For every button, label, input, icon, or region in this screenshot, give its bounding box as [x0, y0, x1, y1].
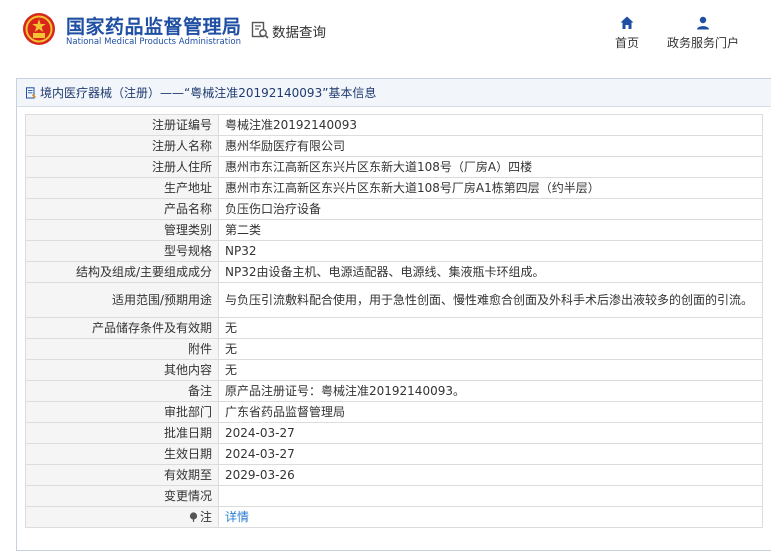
table-row: 产品储存条件及有效期无 — [25, 317, 763, 339]
table-row: 变更情况 — [25, 485, 763, 507]
row-label: 批准日期 — [25, 422, 219, 444]
row-value: 2029-03-26 — [218, 464, 763, 486]
row-label: 变更情况 — [25, 485, 219, 507]
home-icon — [620, 16, 634, 29]
site-subtitle: National Medical Products Administration — [66, 37, 241, 47]
note-pin-icon — [189, 512, 198, 522]
row-value: NP32 — [218, 240, 763, 262]
search-document-icon — [251, 21, 269, 39]
row-value: 2024-03-27 — [218, 422, 763, 444]
row-label: 其他内容 — [25, 359, 219, 381]
row-value: 粤械注准20192140093 — [218, 114, 763, 136]
row-label: 备注 — [25, 380, 219, 402]
row-label: 注册证编号 — [25, 114, 219, 136]
table-row: 其他内容无 — [25, 359, 763, 381]
user-icon — [697, 16, 709, 30]
note-value-cell: 详情 — [218, 506, 763, 528]
table-row: 审批部门 广东省药品监督管理局 — [25, 401, 763, 423]
table-row: 注册证编号 粤械注准20192140093 — [25, 114, 763, 136]
nav-service-portal[interactable]: 政务服务门户 — [665, 16, 741, 51]
table-row: 结构及组成/主要组成成分 NP32由设备主机、电源适配器、电源线、集液瓶卡环组成。 — [25, 261, 763, 283]
row-value: 原产品注册证号：粤械注准20192140093。 — [218, 380, 763, 402]
row-label: 适用范围/预期用途 — [25, 282, 219, 318]
site-title: 国家药品监督管理局 — [66, 16, 242, 38]
table-row: 批准日期 2024-03-27 — [25, 422, 763, 444]
row-label: 产品储存条件及有效期 — [25, 317, 219, 339]
row-label: 注册人住所 — [25, 156, 219, 178]
row-value: 惠州市东江高新区东兴片区东新大道108号厂房A1栋第四层（约半层） — [218, 177, 763, 199]
table-row: 管理类别 第二类 — [25, 219, 763, 241]
row-value: 与负压引流敷料配合使用，用于急性创面、慢性难愈合创面及外科手术后渗出液较多的创面… — [218, 282, 763, 318]
row-value: 惠州市东江高新区东兴片区东新大道108号（厂房A）四楼 — [218, 156, 763, 178]
row-value: 广东省药品监督管理局 — [218, 401, 763, 423]
nav-portal-label: 政务服务门户 — [666, 36, 739, 50]
document-icon — [26, 86, 36, 98]
table-row: 生产地址 惠州市东江高新区东兴片区东新大道108号厂房A1栋第四层（约半层） — [25, 177, 763, 199]
row-label: 审批部门 — [25, 401, 219, 423]
detail-panel: 境内医疗器械（注册）——“粤械注准20192140093”基本信息 注册证编号粤… — [16, 78, 771, 551]
row-label: 结构及组成/主要组成成分 — [25, 261, 219, 283]
row-value: 无 — [218, 317, 763, 339]
row-value: 无 — [218, 359, 763, 381]
note-label-cell: 注 — [25, 506, 219, 528]
table-row: 生效日期 2024-03-27 — [25, 443, 763, 465]
breadcrumb-text: 境内医疗器械（注册）——“粤械注准20192140093”基本信息 — [40, 86, 377, 100]
table-row: 适用范围/预期用途 与负压引流敷料配合使用，用于急性创面、慢性难愈合创面及外科手术… — [25, 282, 763, 318]
details-link[interactable]: 详情 — [225, 510, 249, 524]
row-value: 负压伤口治疗设备 — [218, 198, 763, 220]
row-label: 管理类别 — [25, 219, 219, 241]
site-header: 国家药品监督管理局 National Medical Products Admi… — [0, 0, 771, 64]
table-row: 注册人名称 惠州华励医疗有限公司 — [25, 135, 763, 157]
row-label: 有效期至 — [25, 464, 219, 486]
breadcrumb: 境内医疗器械（注册）——“粤械注准20192140093”基本信息 — [17, 79, 771, 107]
row-value: 第二类 — [218, 219, 763, 241]
row-value: 无 — [218, 338, 763, 360]
row-label: 生效日期 — [25, 443, 219, 465]
row-value: 2024-03-27 — [218, 443, 763, 465]
row-label: 型号规格 — [25, 240, 219, 262]
row-label: 附件 — [25, 338, 219, 360]
row-label: 注册人名称 — [25, 135, 219, 157]
data-query-label[interactable]: 数据查询 — [272, 21, 326, 41]
table-row: 有效期至 2029-03-26 — [25, 464, 763, 486]
national-emblem-icon — [23, 13, 55, 45]
table-row: 产品名称 负压伤口治疗设备 — [25, 198, 763, 220]
nav-home-label: 首页 — [614, 36, 639, 50]
row-value: NP32由设备主机、电源适配器、电源线、集液瓶卡环组成。 — [218, 261, 763, 283]
table-row: 备注 原产品注册证号：粤械注准20192140093。 — [25, 380, 763, 402]
table-row: 注 详情 — [25, 506, 763, 528]
table-row: 型号规格 NP32 — [25, 240, 763, 262]
registration-info-table: 注册证编号 粤械注准20192140093 注册人名称 惠州华励医疗有限公司 注册人… — [25, 114, 763, 528]
table-row: 附件无 — [25, 338, 763, 360]
row-label: 产品名称 — [25, 198, 219, 220]
row-label: 生产地址 — [25, 177, 219, 199]
row-value — [218, 485, 763, 507]
row-label: 注 — [199, 510, 212, 524]
table-row: 注册人住所 惠州市东江高新区东兴片区东新大道108号（厂房A）四楼 — [25, 156, 763, 178]
row-value: 惠州华励医疗有限公司 — [218, 135, 763, 157]
nav-home[interactable]: 首页 — [612, 16, 642, 51]
